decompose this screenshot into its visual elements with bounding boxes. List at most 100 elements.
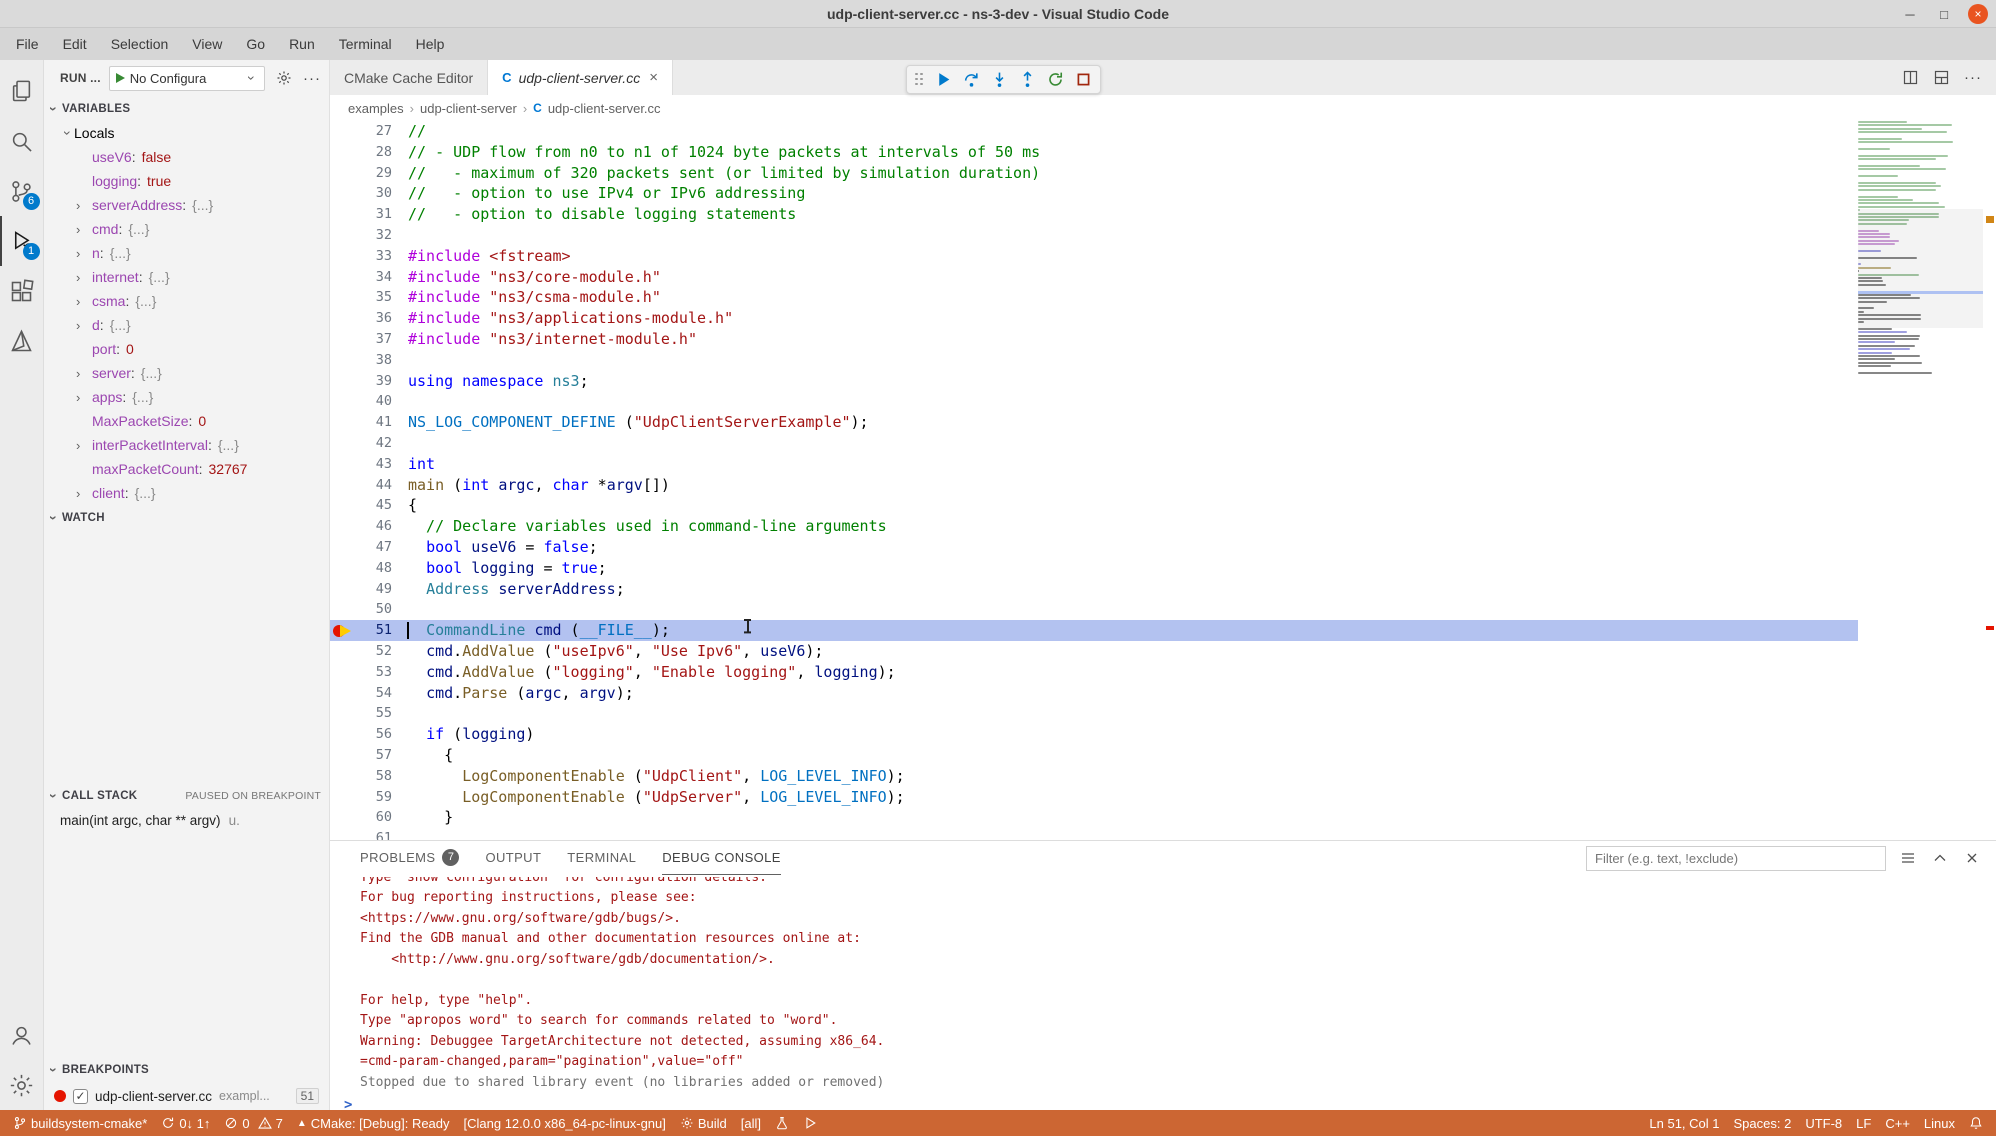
menu-terminal[interactable]: Terminal <box>327 28 404 60</box>
line-text[interactable]: NS_LOG_COMPONENT_DEFINE ("UdpClientServe… <box>392 412 869 433</box>
split-editor-icon[interactable] <box>1902 69 1919 86</box>
glyph-margin[interactable] <box>330 371 358 392</box>
menu-go[interactable]: Go <box>234 28 277 60</box>
code-line-49[interactable]: 49 Address serverAddress; <box>330 579 1858 600</box>
line-text[interactable]: using namespace ns3; <box>392 371 589 392</box>
glyph-margin[interactable] <box>330 516 358 537</box>
glyph-margin[interactable] <box>330 142 358 163</box>
variables-header[interactable]: › VARIABLES <box>44 96 329 121</box>
glyph-margin[interactable] <box>330 537 358 558</box>
code-line-54[interactable]: 54 cmd.Parse (argc, argv); <box>330 683 1858 704</box>
line-text[interactable]: if (logging) <box>392 724 534 745</box>
step-into-button[interactable] <box>986 67 1012 92</box>
glyph-margin[interactable] <box>330 703 358 724</box>
glyph-margin[interactable] <box>330 724 358 745</box>
glyph-margin[interactable] <box>330 495 358 516</box>
code-line-30[interactable]: 30// - option to use IPv4 or IPv6 addres… <box>330 183 1858 204</box>
glyph-margin[interactable] <box>330 391 358 412</box>
code-line-34[interactable]: 34#include "ns3/core-module.h" <box>330 267 1858 288</box>
breadcrumb-item[interactable]: examples <box>348 101 404 116</box>
panel-tab-debug-console[interactable]: DEBUG CONSOLE <box>662 841 781 875</box>
menu-file[interactable]: File <box>4 28 51 60</box>
glyph-margin[interactable] <box>330 246 358 267</box>
variable-row-server[interactable]: ›server:{...} <box>44 361 329 385</box>
line-text[interactable]: { <box>392 745 453 766</box>
code-line-61[interactable]: 61 <box>330 828 1858 840</box>
line-text[interactable] <box>392 225 408 246</box>
glyph-margin[interactable] <box>330 287 358 308</box>
glyph-margin[interactable] <box>330 787 358 808</box>
glyph-margin[interactable] <box>330 412 358 433</box>
activity-search[interactable] <box>0 116 44 166</box>
code-line-46[interactable]: 46 // Declare variables used in command-… <box>330 516 1858 537</box>
minimize-button[interactable]: ─ <box>1900 4 1920 24</box>
glyph-margin[interactable] <box>330 225 358 246</box>
line-text[interactable]: bool useV6 = false; <box>392 537 598 558</box>
code-line-32[interactable]: 32 <box>330 225 1858 246</box>
activity-extensions[interactable] <box>0 266 44 316</box>
debug-settings-icon[interactable] <box>273 67 295 89</box>
variable-row-cmd[interactable]: ›cmd:{...} <box>44 217 329 241</box>
code-line-31[interactable]: 31// - option to disable logging stateme… <box>330 204 1858 225</box>
code-line-60[interactable]: 60 } <box>330 807 1858 828</box>
glyph-margin[interactable] <box>330 267 358 288</box>
test-button[interactable] <box>768 1110 796 1136</box>
glyph-margin[interactable] <box>330 579 358 600</box>
clear-console-icon[interactable] <box>1898 848 1918 868</box>
line-text[interactable] <box>392 391 408 412</box>
scm-status[interactable]: buildsystem-cmake* <box>6 1110 154 1136</box>
more-actions-icon[interactable]: ··· <box>1964 69 1982 86</box>
glyph-margin[interactable] <box>330 475 358 496</box>
line-text[interactable]: // - option to disable logging statement… <box>392 204 796 225</box>
line-text[interactable]: Address serverAddress; <box>392 579 625 600</box>
line-text[interactable]: { <box>392 495 417 516</box>
menu-view[interactable]: View <box>180 28 234 60</box>
variable-row-d[interactable]: ›d:{...} <box>44 313 329 337</box>
restart-button[interactable] <box>1042 67 1068 92</box>
notifications-button[interactable] <box>1962 1110 1990 1136</box>
os-indicator[interactable]: Linux <box>1917 1110 1962 1136</box>
variable-row-useV6[interactable]: useV6:false <box>44 145 329 169</box>
menu-selection[interactable]: Selection <box>99 28 181 60</box>
build-button[interactable]: Build <box>673 1110 734 1136</box>
line-text[interactable]: #include "ns3/applications-module.h" <box>392 308 733 329</box>
line-text[interactable]: cmd.AddValue ("logging", "Enable logging… <box>392 662 896 683</box>
code-line-47[interactable]: 47 bool useV6 = false; <box>330 537 1858 558</box>
line-text[interactable]: } <box>392 807 453 828</box>
scope-locals[interactable]: › Locals <box>44 121 329 145</box>
code-line-57[interactable]: 57 { <box>330 745 1858 766</box>
close-panel-icon[interactable] <box>1962 848 1982 868</box>
variable-row-serverAddress[interactable]: ›serverAddress:{...} <box>44 193 329 217</box>
variable-row-internet[interactable]: ›internet:{...} <box>44 265 329 289</box>
menu-run[interactable]: Run <box>277 28 327 60</box>
call-stack-header[interactable]: › CALL STACK PAUSED ON BREAKPOINT <box>44 784 329 809</box>
glyph-margin[interactable] <box>330 558 358 579</box>
sync-status[interactable]: 0↓ 1↑ <box>154 1110 217 1136</box>
breadcrumb-item[interactable]: udp-client-server.cc <box>548 101 661 116</box>
glyph-margin[interactable] <box>330 683 358 704</box>
panel-tab-output[interactable]: OUTPUT <box>485 841 541 875</box>
line-text[interactable]: // <box>392 121 426 142</box>
glyph-margin[interactable] <box>330 745 358 766</box>
close-tab-icon[interactable]: × <box>649 69 658 86</box>
glyph-margin[interactable] <box>330 828 358 840</box>
glyph-margin[interactable] <box>330 308 358 329</box>
step-out-button[interactable] <box>1014 67 1040 92</box>
encoding-indicator[interactable]: UTF-8 <box>1798 1110 1849 1136</box>
code-line-53[interactable]: 53 cmd.AddValue ("logging", "Enable logg… <box>330 662 1858 683</box>
code-line-38[interactable]: 38 <box>330 350 1858 371</box>
eol-indicator[interactable]: LF <box>1849 1110 1878 1136</box>
activity-run-debug[interactable]: 1 <box>0 216 44 266</box>
code-line-42[interactable]: 42 <box>330 433 1858 454</box>
console-prompt[interactable]: > <box>330 1096 1996 1110</box>
code-line-29[interactable]: 29// - maximum of 320 packets sent (or l… <box>330 163 1858 184</box>
breakpoint-checkbox[interactable]: ✓ <box>73 1089 88 1104</box>
variable-row-maxPacketCount[interactable]: maxPacketCount:32767 <box>44 457 329 481</box>
code-line-33[interactable]: 33#include <fstream> <box>330 246 1858 267</box>
start-debug-icon[interactable] <box>116 73 125 83</box>
line-text[interactable]: // Declare variables used in command-lin… <box>392 516 887 537</box>
code-line-51[interactable]: 51 CommandLine cmd (__FILE__); <box>330 620 1858 641</box>
breadcrumb-item[interactable]: udp-client-server <box>420 101 517 116</box>
variable-row-logging[interactable]: logging:true <box>44 169 329 193</box>
kit-status[interactable]: [Clang 12.0.0 x86_64-pc-linux-gnu] <box>457 1110 673 1136</box>
